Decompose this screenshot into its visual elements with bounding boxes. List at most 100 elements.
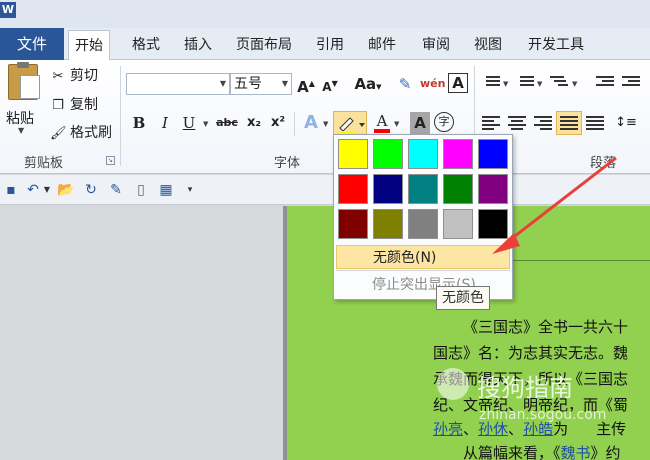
line-spacing-button[interactable]: ↕≡ <box>614 112 638 134</box>
cut-button[interactable]: ✂ 剪切 <box>50 66 98 86</box>
new-document-icon[interactable]: ▯ <box>132 180 150 200</box>
group-separator <box>294 112 295 136</box>
customize-toolbar-icon[interactable]: ▾ <box>184 180 196 200</box>
undo-icon[interactable]: ↶ <box>24 180 42 200</box>
color-swatch[interactable] <box>443 209 473 239</box>
highlighter-icon <box>339 117 365 134</box>
numbering-icon[interactable] <box>516 76 534 92</box>
edit-document-icon[interactable]: ✎ <box>106 180 126 200</box>
tab-insert[interactable]: 插入 <box>178 30 218 60</box>
increase-indent-icon[interactable] <box>622 76 640 92</box>
clipboard-launcher-icon[interactable]: ↘ <box>106 156 115 165</box>
shrink-font-button[interactable]: A▼ <box>320 73 340 95</box>
word-logo-icon: W <box>0 2 16 18</box>
multilevel-list-icon[interactable] <box>550 76 568 92</box>
bold-button[interactable]: B <box>130 112 148 134</box>
tab-format[interactable]: 格式 <box>126 30 166 60</box>
menu-separator <box>336 270 510 271</box>
quick-access-toolbar: ▪ ↶ ▼ 📂 ↻ ✎ ▯ ▦ ▾ <box>0 175 650 205</box>
chevron-down-icon[interactable]: ▼ <box>503 80 508 88</box>
chevron-down-icon[interactable]: ▼ <box>394 120 399 128</box>
ribbon-tabs: 文件 开始 格式 插入 页面布局 引用 邮件 审阅 视图 开发工具 <box>0 28 650 61</box>
color-swatch[interactable] <box>338 174 368 204</box>
grow-font-button[interactable]: A▲ <box>296 73 316 96</box>
bullets-icon[interactable] <box>482 76 500 92</box>
clipboard-icon <box>8 62 40 100</box>
decrease-indent-icon[interactable] <box>596 76 614 92</box>
align-left-icon[interactable] <box>482 116 500 132</box>
superscript-button[interactable]: x² <box>268 112 288 134</box>
enclose-character-button[interactable]: 字 <box>434 112 454 132</box>
chevron-down-icon[interactable]: ▼ <box>203 120 208 128</box>
color-swatch[interactable] <box>478 209 508 239</box>
chevron-down-icon[interactable]: ▼ <box>537 80 542 88</box>
doc-line-2: 国志》名：为志其实无志。魏 <box>433 344 629 362</box>
subscript-button[interactable]: x₂ <box>244 112 264 134</box>
color-swatch[interactable] <box>373 174 403 204</box>
link-sun-liang[interactable]: 孙亮 <box>433 420 463 438</box>
brush-icon: 🖌 <box>50 126 67 141</box>
font-color-button[interactable]: A <box>372 110 392 133</box>
highlight-color-button[interactable] <box>333 111 367 135</box>
color-swatch[interactable] <box>443 139 473 169</box>
color-swatch[interactable] <box>443 174 473 204</box>
grow-font-icon: A <box>297 78 309 96</box>
color-swatch[interactable] <box>338 139 368 169</box>
title-bar: W <box>0 0 650 28</box>
open-folder-icon[interactable]: 📂 <box>56 180 76 200</box>
paste-button[interactable]: 粘贴 ▼ <box>4 62 44 135</box>
no-color-option[interactable]: 无颜色(N) <box>336 245 510 269</box>
tab-view[interactable]: 视图 <box>468 30 508 60</box>
ribbon: 粘贴 ▼ ✂ 剪切 ❐ 复制 🖌 格式刷 剪贴板 ↘ ▼ 五号 ▼ A▲ A▼ Aa▼… <box>0 60 650 174</box>
color-swatch[interactable] <box>338 209 368 239</box>
enclose-character-icon: 字 <box>438 115 450 128</box>
character-border-button[interactable]: A <box>448 73 468 93</box>
copy-button[interactable]: ❐ 复制 <box>50 95 98 115</box>
chevron-down-icon[interactable]: ▼ <box>279 74 291 94</box>
color-swatch[interactable] <box>478 139 508 169</box>
print-preview-icon[interactable]: ▦ <box>156 180 176 200</box>
align-right-icon[interactable] <box>534 116 552 132</box>
color-swatch[interactable] <box>408 209 438 239</box>
refresh-icon[interactable]: ↻ <box>82 180 100 200</box>
font-size-combo[interactable]: 五号 ▼ <box>230 73 292 95</box>
tab-page-layout[interactable]: 页面布局 <box>230 30 298 60</box>
tab-home[interactable]: 开始 <box>68 30 110 61</box>
copy-icon: ❐ <box>52 98 64 113</box>
copy-label: 复制 <box>70 97 98 113</box>
color-swatch[interactable] <box>373 139 403 169</box>
color-swatch[interactable] <box>408 139 438 169</box>
clear-format-button[interactable]: ✎ <box>394 73 416 95</box>
save-icon[interactable]: ▪ <box>2 180 20 200</box>
character-shading-button[interactable]: A <box>410 112 430 134</box>
strikethrough-button[interactable]: abc <box>214 112 240 134</box>
doc-text: 从篇幅来看，《 <box>463 444 561 460</box>
distributed-icon[interactable] <box>586 116 604 132</box>
italic-button[interactable]: I <box>156 112 174 134</box>
tab-mailings[interactable]: 邮件 <box>362 30 402 60</box>
tab-review[interactable]: 审阅 <box>416 30 456 60</box>
justify-button[interactable] <box>556 111 582 135</box>
text-effect-icon: A <box>304 112 318 133</box>
font-size-value: 五号 <box>234 76 262 92</box>
text-effect-button[interactable]: A <box>300 112 322 134</box>
link-wei-shu[interactable]: 魏书 <box>561 444 591 460</box>
tab-file[interactable]: 文件 <box>0 28 64 60</box>
chevron-down-icon[interactable]: ▼ <box>323 120 328 128</box>
underline-button[interactable]: U <box>180 112 198 134</box>
watermark-url: zhinan.sogou.com <box>479 407 607 423</box>
color-swatch[interactable] <box>478 174 508 204</box>
doc-text: 、 <box>463 420 479 438</box>
color-swatch[interactable] <box>408 174 438 204</box>
align-center-icon[interactable] <box>508 116 526 132</box>
phonetic-guide-button[interactable]: wén <box>420 73 445 95</box>
color-swatch[interactable] <box>373 209 403 239</box>
tab-references[interactable]: 引用 <box>310 30 350 60</box>
change-case-button[interactable]: Aa▼ <box>352 73 384 95</box>
font-name-combo[interactable]: ▼ <box>126 73 230 95</box>
tab-developer[interactable]: 开发工具 <box>522 30 590 60</box>
chevron-down-icon[interactable]: ▼ <box>572 80 577 88</box>
format-painter-button[interactable]: 🖌 格式刷 <box>50 123 112 143</box>
chevron-down-icon[interactable]: ▼ <box>42 180 52 200</box>
chevron-down-icon[interactable]: ▼ <box>217 74 229 94</box>
